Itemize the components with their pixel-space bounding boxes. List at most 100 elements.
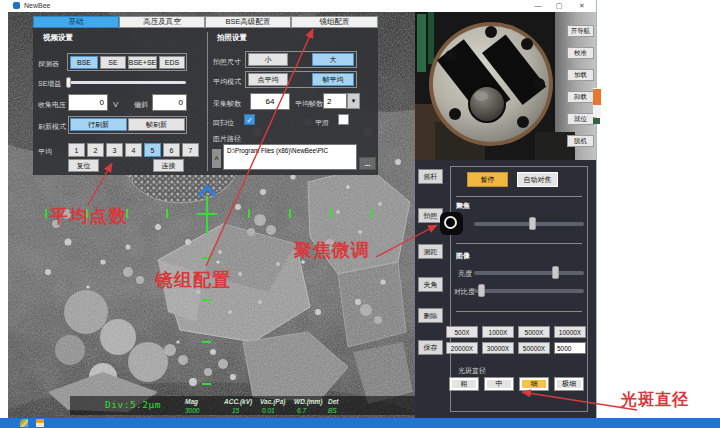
autofocus-button[interactable]: 自动对焦 (517, 172, 558, 187)
ruler-tick (45, 209, 47, 218)
frame-refresh-button[interactable]: 帧刷新 (128, 118, 185, 131)
title-bar (8, 0, 597, 12)
se-gain-label: SE增益 (38, 79, 61, 89)
se-gain-slider[interactable] (67, 81, 186, 84)
joystick-button[interactable]: 摇杆 (418, 169, 443, 184)
contrast-slider[interactable] (474, 289, 584, 293)
maximize-button[interactable]: ▢ (551, 1, 567, 11)
window-title: NewBee (24, 2, 50, 9)
delete-button[interactable]: 删除 (418, 308, 443, 323)
average-5-button[interactable]: 5 (144, 143, 161, 157)
bias-input[interactable]: 0 (152, 94, 187, 111)
brightness-slider[interactable] (474, 271, 584, 275)
ruler-tick (330, 209, 332, 218)
smooth-checkbox[interactable] (338, 114, 349, 125)
spot-medium-button[interactable]: 中 (484, 377, 514, 391)
average-1-button[interactable]: 1 (68, 143, 85, 157)
path-input[interactable]: D:\Program Files (x86)\NewBee\PIC (223, 144, 357, 170)
detector-eds-button[interactable]: EDS (159, 56, 185, 69)
flyback-checkbox[interactable]: ✓ (244, 114, 255, 125)
offline-button[interactable]: 脱机 (567, 135, 594, 147)
average-6-button[interactable]: 6 (163, 143, 180, 157)
ruler-tick (248, 209, 250, 218)
status-col-value: 3000 (185, 407, 199, 414)
frame-avg-button[interactable]: 帧平均 (312, 73, 354, 86)
in-position-button[interactable]: 就位 (567, 113, 594, 125)
focus-knob-ring (444, 216, 457, 229)
tab-bse-advanced[interactable]: BSE高级配置 (205, 16, 291, 28)
center-dash (202, 299, 211, 301)
mag-20000x-button[interactable]: 20000X (446, 342, 478, 354)
minimize-button[interactable]: — (530, 1, 546, 11)
ruler-tick (371, 209, 373, 218)
annotation-average-points: 平均点数 (50, 204, 128, 228)
taskbar-icon[interactable] (20, 419, 28, 427)
average-2-button[interactable]: 2 (87, 143, 104, 157)
detector-bse-se-button[interactable]: BSE+SE (128, 56, 157, 69)
mag-30000x-button[interactable]: 30000X (482, 342, 514, 354)
detector-se-button[interactable]: SE (100, 56, 126, 69)
panel-divider (207, 32, 208, 171)
average-4-button[interactable]: 4 (125, 143, 142, 157)
spot-extra-fine-button[interactable]: 极细 (554, 377, 584, 391)
status-col-label: Vac.(Pa) (260, 398, 285, 405)
collector-voltage-label: 收集电压 (38, 100, 66, 110)
average-3-button[interactable]: 3 (106, 143, 123, 157)
crosshair-v (206, 196, 208, 234)
window-border (596, 0, 597, 418)
flyback-label: 回扫位 (213, 118, 234, 128)
open-navigation-button[interactable]: 开导航 (567, 25, 594, 37)
mag-50000x-button[interactable]: 50000X (518, 342, 550, 354)
mag-1000x-button[interactable]: 1000X (482, 326, 514, 338)
collector-voltage-input[interactable]: 0 (68, 94, 108, 111)
spot-coarse-button[interactable]: 粗 (449, 377, 479, 391)
taskbar[interactable] (0, 418, 720, 428)
tab-hv-vacuum[interactable]: 高压及真空 (119, 16, 205, 28)
avg-frames-dropdown-icon[interactable]: ▾ (347, 93, 360, 109)
edge-widget-2 (593, 105, 601, 117)
tab-lens-config[interactable]: 镜组配置 (291, 16, 378, 28)
tab-basic[interactable]: 基础 (33, 16, 119, 28)
size-large-button[interactable]: 大 (312, 53, 354, 66)
mag-500x-button[interactable]: 500X (446, 326, 478, 338)
screen: Div:5.2μm Mag ACC.(kV) Vac.(Pa) WD.(mm) … (0, 0, 720, 428)
se-gain-slider-handle[interactable] (66, 77, 71, 88)
avg-frames-select[interactable]: 2 (323, 93, 347, 109)
pause-button[interactable]: 暂停 (467, 172, 508, 187)
point-avg-button[interactable]: 点平均 (248, 73, 288, 86)
spot-fine-button[interactable]: 细 (519, 377, 549, 391)
contrast-slider-handle[interactable] (478, 284, 485, 297)
mag-input[interactable]: 5000 (554, 342, 586, 354)
angle-button[interactable]: 夹角 (418, 277, 443, 292)
load-button[interactable]: 加载 (567, 69, 594, 81)
focus-slider-handle[interactable] (529, 217, 536, 230)
status-col-label: Det (328, 398, 338, 405)
calibrate-button[interactable]: 校准 (567, 47, 594, 59)
average-7-button[interactable]: 7 (182, 143, 199, 157)
mag-10000x-button[interactable]: 10000X (554, 326, 586, 338)
measure-button[interactable]: 测距 (418, 244, 443, 259)
reset-button[interactable]: 复位 (68, 159, 99, 172)
avg-frames-label: 平均帧数 (295, 99, 323, 109)
taskbar-icon[interactable] (36, 419, 44, 427)
frame-count-input[interactable]: 64 (250, 93, 290, 110)
detector-bse-button[interactable]: BSE (70, 56, 98, 69)
unload-button[interactable]: 卸载 (567, 91, 594, 103)
spot-diameter-label: 光斑直径 (458, 366, 486, 376)
save-button[interactable]: 保存 (418, 340, 443, 355)
row-refresh-button[interactable]: 行刷新 (70, 118, 127, 131)
frame-count-label: 采集帧数 (213, 99, 241, 109)
browse-button[interactable]: ... (359, 157, 376, 170)
mag-5000x-button[interactable]: 5000X (518, 326, 550, 338)
close-button[interactable]: ✕ (574, 1, 590, 11)
status-col-value: 0.01 (262, 407, 275, 414)
photo-settings-title: 拍照设置 (217, 33, 247, 43)
size-small-button[interactable]: 小 (248, 53, 288, 66)
brightness-slider-handle[interactable] (552, 266, 559, 279)
avg-mode-label: 平均模式 (213, 77, 241, 87)
detector-label: 探测器 (38, 59, 59, 69)
connect-button[interactable]: 连接 (153, 159, 184, 172)
ruler-tick (166, 209, 168, 218)
image-section-label: 图像 (456, 251, 470, 261)
status-col-value: 6.7 (297, 407, 306, 414)
